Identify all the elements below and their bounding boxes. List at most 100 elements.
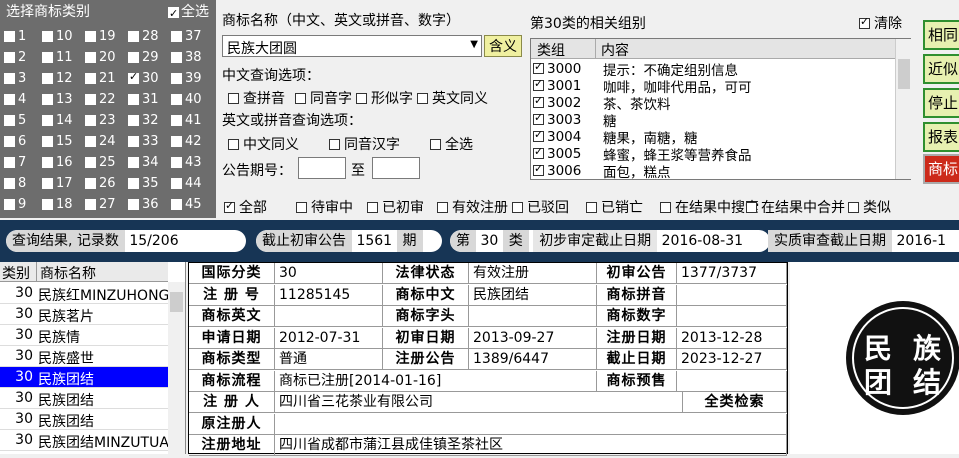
cn-option-homophone[interactable] [295,92,306,104]
category-checkbox[interactable] [42,198,53,210]
category-19[interactable]: 19 [85,28,116,44]
category-40[interactable]: 40 [171,91,202,107]
category-16[interactable]: 16 [42,154,73,170]
category-36[interactable]: 36 [128,196,159,212]
list-item[interactable]: 30 民族团结 [0,367,168,388]
group-checkbox[interactable] [533,77,544,91]
group-checkbox[interactable] [533,94,544,108]
category-checkbox[interactable] [4,93,15,105]
category-2[interactable]: 2 [4,49,26,65]
category-22[interactable]: 22 [85,91,116,107]
category-checkbox[interactable] [128,156,139,168]
category-42[interactable]: 42 [171,133,202,149]
list-item[interactable]: 30 民族团结 [0,409,168,430]
category-6[interactable]: 6 [4,133,26,149]
group-checkbox[interactable] [533,145,544,159]
issue-from-input[interactable] [298,157,346,179]
category-10[interactable]: 10 [42,28,73,44]
filter-checkbox[interactable] [746,201,757,213]
group-row[interactable]: 3004糖果，南糖，糖 [533,128,698,147]
category-5[interactable]: 5 [4,112,26,128]
category-45[interactable]: 45 [171,196,202,212]
category-1[interactable]: 1 [4,28,26,44]
category-checkbox[interactable] [171,72,182,84]
category-checkbox[interactable] [85,177,96,189]
trademark-name-input[interactable]: 民族大团圆 ▼ [222,35,482,57]
category-17[interactable]: 17 [42,175,73,191]
category-4[interactable]: 4 [4,91,26,107]
en-option-homophone-cn[interactable] [329,138,340,150]
similar-button[interactable]: 近似 [923,54,959,84]
category-checkbox[interactable] [42,72,53,84]
filter-1[interactable]: 待审中 [296,197,353,217]
filter-6[interactable]: 在结果中搜索 [660,197,759,217]
group-row[interactable]: 3000提示：不确定组别信息 [533,60,738,79]
cn-option-pinyin[interactable] [228,92,239,104]
category-checkbox[interactable] [128,177,139,189]
category-checkbox[interactable] [128,30,139,42]
category-checkbox[interactable] [4,156,15,168]
category-checkbox[interactable] [42,93,53,105]
category-15[interactable]: 15 [42,133,73,149]
category-29[interactable]: 29 [128,49,159,65]
filter-5[interactable]: 已销亡 [586,197,643,217]
category-checkbox[interactable] [4,135,15,147]
group-row[interactable]: 3003糖 [533,111,617,130]
category-checkbox[interactable] [4,72,15,84]
clear-box[interactable] [859,15,870,29]
category-25[interactable]: 25 [85,154,116,170]
category-39[interactable]: 39 [171,70,202,86]
category-checkbox[interactable] [4,114,15,126]
all-class-search-button[interactable]: 全类检索 [683,392,787,413]
category-checkbox[interactable] [128,114,139,126]
category-checkbox[interactable] [85,156,96,168]
filter-4[interactable]: 已驳回 [512,197,569,217]
category-3[interactable]: 3 [4,70,26,86]
clear-checkbox[interactable]: 清除 [859,13,902,33]
category-checkbox[interactable] [4,177,15,189]
category-checkbox[interactable] [171,51,182,63]
category-checkbox[interactable] [42,114,53,126]
group-checkbox[interactable] [533,111,544,125]
list-item[interactable]: 30 民族盛世 [0,346,168,367]
group-checkbox[interactable] [533,162,544,176]
list-item[interactable]: 30 民族团结 [0,388,168,409]
list-item[interactable]: 30 民族团结MINZUTUAN [0,430,168,451]
select-all-checkbox[interactable]: 全选 [168,2,209,24]
group-list[interactable]: 类组 内容 3000提示：不确定组别信息3001咖啡，咖啡代用品，可可3002茶… [530,38,911,181]
category-41[interactable]: 41 [171,112,202,128]
group-row[interactable]: 3005蜂蜜，蜂王浆等营养食品 [533,145,752,164]
category-34[interactable]: 34 [128,154,159,170]
category-33[interactable]: 33 [128,133,159,149]
filter-0[interactable]: 全部 [224,197,267,217]
en-option-all[interactable] [430,138,441,150]
category-checkbox[interactable] [171,177,182,189]
category-checkbox[interactable] [4,198,15,210]
category-checkbox[interactable] [42,30,53,42]
category-30[interactable]: 30 [128,70,159,86]
category-checkbox[interactable] [42,51,53,63]
result-list[interactable]: 类别 商标名称 30 民族红MINZUHONG 30 民族茗片 30 民族情 30 民族盛世 3… [0,262,186,454]
category-13[interactable]: 13 [42,91,73,107]
category-32[interactable]: 32 [128,112,159,128]
category-28[interactable]: 28 [128,28,159,44]
group-row[interactable]: 3006 面包，糕点 [533,162,671,181]
filter-checkbox[interactable] [437,201,448,213]
list-item[interactable]: 30 民族情 [0,325,168,346]
category-checkbox[interactable] [85,72,96,84]
category-21[interactable]: 21 [85,70,116,86]
category-checkbox[interactable] [128,135,139,147]
filter-checkbox[interactable] [586,201,597,213]
category-checkbox[interactable] [128,70,139,84]
category-checkbox[interactable] [171,93,182,105]
category-24[interactable]: 24 [85,133,116,149]
category-35[interactable]: 35 [128,175,159,191]
filter-8[interactable]: 类似 [848,197,891,217]
filter-checkbox[interactable] [660,201,671,213]
category-31[interactable]: 31 [128,91,159,107]
category-checkbox[interactable] [85,30,96,42]
category-11[interactable]: 11 [42,49,73,65]
category-23[interactable]: 23 [85,112,116,128]
scroll-thumb[interactable] [898,59,910,89]
category-checkbox[interactable] [42,156,53,168]
